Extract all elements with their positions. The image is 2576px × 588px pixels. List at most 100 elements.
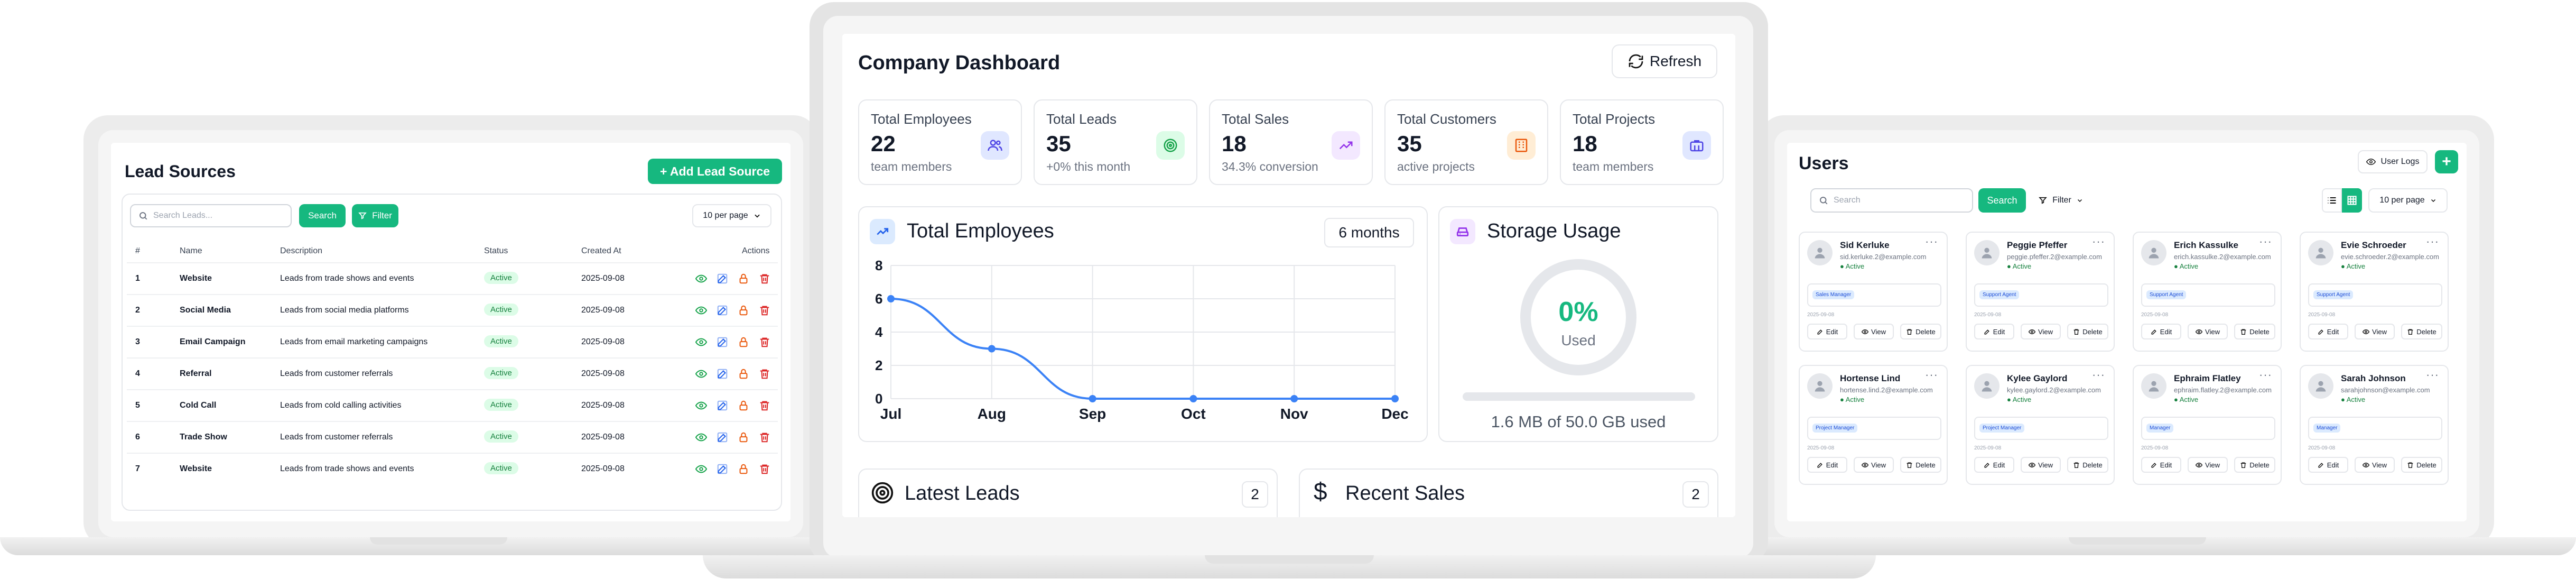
more-options-icon[interactable]: ··· <box>2259 235 2272 249</box>
user-date: 2025-09-08 <box>1807 312 1835 318</box>
edit-icon[interactable] <box>717 273 728 284</box>
lock-icon[interactable] <box>738 431 749 443</box>
delete-button[interactable]: Delete <box>2234 324 2275 339</box>
view-eye-icon[interactable] <box>695 336 707 348</box>
lock-icon[interactable] <box>738 273 749 284</box>
edit-icon[interactable] <box>717 305 728 316</box>
list-view-toggle[interactable] <box>2322 188 2342 213</box>
per-page-select[interactable]: 10 per page <box>2368 188 2448 213</box>
view-eye-icon[interactable] <box>695 400 707 411</box>
user-status-label: Active <box>2179 262 2199 270</box>
eye-icon <box>1862 329 1869 334</box>
user-name: Kylee Gaylord <box>2007 373 2068 383</box>
edit-button[interactable]: Edit <box>1807 324 1847 339</box>
eye-icon <box>2196 462 2203 467</box>
delete-button[interactable]: Delete <box>2401 324 2442 339</box>
edit-icon[interactable] <box>717 400 728 411</box>
lock-icon[interactable] <box>738 400 749 411</box>
view-eye-icon[interactable] <box>695 273 707 284</box>
edit-button[interactable]: Edit <box>1807 457 1847 473</box>
y-tick-label: 0 <box>875 391 882 407</box>
search-input[interactable]: Search Leads... <box>130 204 292 227</box>
grid-view-toggle[interactable] <box>2342 188 2362 213</box>
view-eye-icon[interactable] <box>695 431 707 443</box>
view-button[interactable]: View <box>2188 457 2228 473</box>
per-page-select[interactable]: 10 per page <box>692 204 771 227</box>
more-options-icon[interactable]: ··· <box>2092 235 2105 249</box>
delete-button[interactable]: Delete <box>1900 457 1941 473</box>
filter-button[interactable]: Filter <box>2031 188 2090 213</box>
delete-trash-icon[interactable] <box>759 305 770 316</box>
user-logs-button[interactable]: User Logs <box>2358 150 2428 173</box>
view-button[interactable]: View <box>2355 324 2395 339</box>
more-options-icon[interactable]: ··· <box>1925 235 1938 249</box>
column-header: # <box>135 246 140 255</box>
delete-label: Delete <box>2082 461 2103 469</box>
edit-icon[interactable] <box>717 336 728 348</box>
edit-icon <box>2318 462 2323 468</box>
view-button[interactable]: View <box>2355 457 2395 473</box>
more-options-icon[interactable]: ··· <box>2259 368 2272 382</box>
more-options-icon[interactable]: ··· <box>2426 368 2439 382</box>
lock-icon[interactable] <box>738 336 749 348</box>
view-eye-icon[interactable] <box>695 463 707 475</box>
view-button[interactable]: View <box>1854 457 1894 473</box>
edit-button[interactable]: Edit <box>1974 324 2014 339</box>
edit-icon[interactable] <box>717 463 728 475</box>
edit-button[interactable]: Edit <box>1974 457 2014 473</box>
range-selector[interactable]: 6 months <box>1324 218 1414 247</box>
edit-icon[interactable] <box>717 431 728 443</box>
edit-icon[interactable] <box>717 368 728 380</box>
delete-trash-icon[interactable] <box>759 400 770 411</box>
data-point[interactable] <box>1391 395 1399 402</box>
view-button[interactable]: View <box>1854 324 1894 339</box>
more-options-icon[interactable]: ··· <box>2092 368 2105 382</box>
edit-button[interactable]: Edit <box>2141 324 2181 339</box>
search-button[interactable]: Search <box>1978 188 2026 213</box>
filter-button[interactable]: Filter <box>352 204 398 227</box>
delete-trash-icon[interactable] <box>759 368 770 380</box>
add-lead-source-button[interactable]: + Add Lead Source <box>648 159 782 184</box>
stat-value: 35 <box>1397 131 1422 156</box>
edit-button[interactable]: Edit <box>2308 457 2348 473</box>
delete-button[interactable]: Delete <box>2401 457 2442 473</box>
view-button[interactable]: View <box>2021 324 2061 339</box>
search-input[interactable]: Search <box>1810 188 1973 213</box>
delete-button[interactable]: Delete <box>2067 457 2108 473</box>
role-badge: Project Manager <box>1812 424 1858 433</box>
delete-trash-icon[interactable] <box>759 336 770 348</box>
delete-trash-icon[interactable] <box>759 463 770 475</box>
edit-button[interactable]: Edit <box>2141 457 2181 473</box>
view-button[interactable]: View <box>2021 457 2061 473</box>
data-point[interactable] <box>887 295 895 302</box>
role-badge: Support Agent <box>1979 290 2020 299</box>
search-button[interactable]: Search <box>299 204 346 227</box>
role-box: Manager <box>2141 417 2275 440</box>
delete-button[interactable]: Delete <box>2234 457 2275 473</box>
delete-trash-icon[interactable] <box>759 431 770 443</box>
delete-button[interactable]: Delete <box>1900 324 1941 339</box>
more-options-icon[interactable]: ··· <box>2426 235 2439 249</box>
lock-icon[interactable] <box>738 368 749 380</box>
more-options-icon[interactable]: ··· <box>1925 368 1938 382</box>
view-eye-icon[interactable] <box>695 305 707 316</box>
view-eye-icon[interactable] <box>695 368 707 380</box>
storage-card: Storage Usage 0% Used 1.6 MB of 50.0 GB … <box>1438 206 1718 442</box>
view-label: View <box>2205 461 2220 469</box>
data-point[interactable] <box>1089 395 1096 402</box>
table-header: # Name Description Status Created At Act… <box>127 240 778 261</box>
lock-icon[interactable] <box>738 463 749 475</box>
data-point[interactable] <box>1189 395 1197 402</box>
edit-button[interactable]: Edit <box>2308 324 2348 339</box>
status-badge: Active <box>484 304 518 316</box>
view-button[interactable]: View <box>2188 324 2228 339</box>
status-dot-icon: ● <box>2174 262 2180 270</box>
data-point[interactable] <box>988 345 996 353</box>
data-point[interactable] <box>1290 395 1298 402</box>
add-user-button[interactable]: + <box>2435 150 2458 173</box>
delete-button[interactable]: Delete <box>2067 324 2108 339</box>
lock-icon[interactable] <box>738 305 749 316</box>
delete-trash-icon[interactable] <box>759 273 770 284</box>
user-card: Sid Kerluke sid.kerluke.2@example.com ● Ac… <box>1799 232 1948 352</box>
refresh-button[interactable]: Refresh <box>1612 44 1717 78</box>
